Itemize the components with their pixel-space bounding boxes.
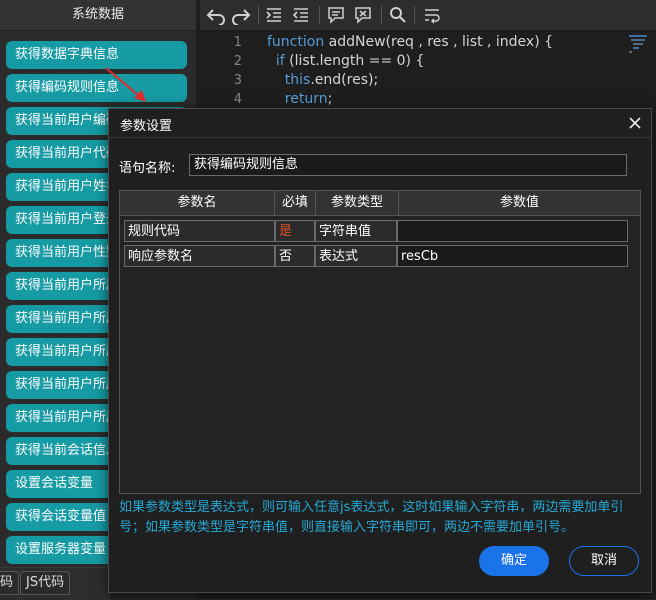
search-icon[interactable]	[388, 5, 408, 25]
wrap-icon[interactable]	[422, 5, 442, 25]
sidebar-item[interactable]: 获得数据字典信息	[6, 41, 187, 69]
line-number: 3	[233, 73, 242, 88]
statement-name-value: 获得编码规则信息	[194, 157, 299, 172]
statement-name-label: 语句名称:	[119, 161, 176, 176]
comment-icon[interactable]	[326, 5, 346, 25]
uncomment-icon[interactable]	[353, 5, 373, 25]
code-text: if (list.length == 0) {	[267, 52, 424, 71]
col-header-type: 参数类型	[330, 195, 383, 210]
tab-js-code[interactable]: JS代码	[20, 571, 71, 595]
toolbar-separator	[258, 6, 259, 24]
params-dialog: 参数设置 语句名称: 获得编码规则信息 参数名 必填 参数类型 参数值 规则代码…	[108, 108, 652, 593]
statement-name-input[interactable]: 获得编码规则信息	[189, 154, 627, 176]
tab-code[interactable]: 码	[0, 571, 20, 595]
col-header-name: 参数名	[177, 195, 217, 210]
dialog-title: 参数设置	[120, 119, 173, 134]
code-keyword: return	[267, 91, 328, 107]
toolbar-separator	[381, 6, 382, 24]
param-value-input[interactable]: resCb	[397, 245, 628, 267]
close-icon[interactable]	[627, 115, 643, 131]
indent-icon[interactable]	[264, 5, 284, 25]
param-required-cell[interactable]: 是	[275, 220, 315, 242]
code-text: this.end(res);	[267, 71, 378, 90]
param-name-cell: 规则代码	[124, 220, 275, 242]
dialog-header[interactable]: 参数设置	[109, 109, 651, 138]
sidebar-title: 系统数据	[0, 0, 196, 31]
undo-icon[interactable]	[206, 5, 226, 25]
line-number: 2	[233, 54, 242, 69]
line-number: 4	[233, 92, 242, 107]
code-text: function addNew(req , res , list , index…	[267, 33, 553, 52]
confirm-button[interactable]: 确定	[479, 546, 549, 576]
table-header: 参数名 必填 参数类型 参数值	[120, 191, 640, 216]
param-type-cell[interactable]: 字符串值	[315, 220, 397, 242]
code-token: addNew(req , res , list , index) {	[328, 34, 554, 50]
code-keyword: if	[267, 53, 290, 69]
param-name-cell: 响应参数名	[124, 245, 275, 267]
toolbar-separator	[319, 6, 320, 24]
outdent-icon[interactable]	[291, 5, 311, 25]
red-arrow-annotation	[105, 67, 146, 102]
editor-toolbar	[200, 0, 656, 31]
cancel-button[interactable]: 取消	[569, 546, 639, 576]
toolbar-separator	[414, 6, 415, 24]
sidebar-item[interactable]: 获得编码规则信息	[6, 74, 187, 102]
code-token: (list.length == 0) {	[289, 53, 425, 69]
col-header-value: 参数值	[499, 195, 539, 210]
param-value-input[interactable]	[397, 220, 628, 242]
col-header-required: 必填	[281, 195, 308, 210]
redo-icon[interactable]	[231, 5, 251, 25]
code-keyword: this	[267, 72, 311, 88]
bottom-tab-bar: 码 JS代码	[0, 567, 110, 600]
help-text: 如果参数类型是表达式，则可输入任意js表达式，这时如果输入字符串，两边需要加单引…	[119, 500, 624, 535]
code-text: return;	[267, 90, 333, 109]
code-token: ;	[327, 91, 333, 107]
param-type-cell[interactable]: 表达式	[315, 245, 397, 267]
minimap[interactable]	[628, 33, 654, 57]
code-keyword: function	[267, 34, 329, 50]
params-table: 参数名 必填 参数类型 参数值 规则代码 是 字符串值 响应参数名 否 表达式 …	[119, 190, 641, 494]
line-number: 1	[233, 35, 242, 50]
param-required-cell[interactable]: 否	[275, 245, 315, 267]
code-token: .end(res);	[310, 72, 379, 88]
